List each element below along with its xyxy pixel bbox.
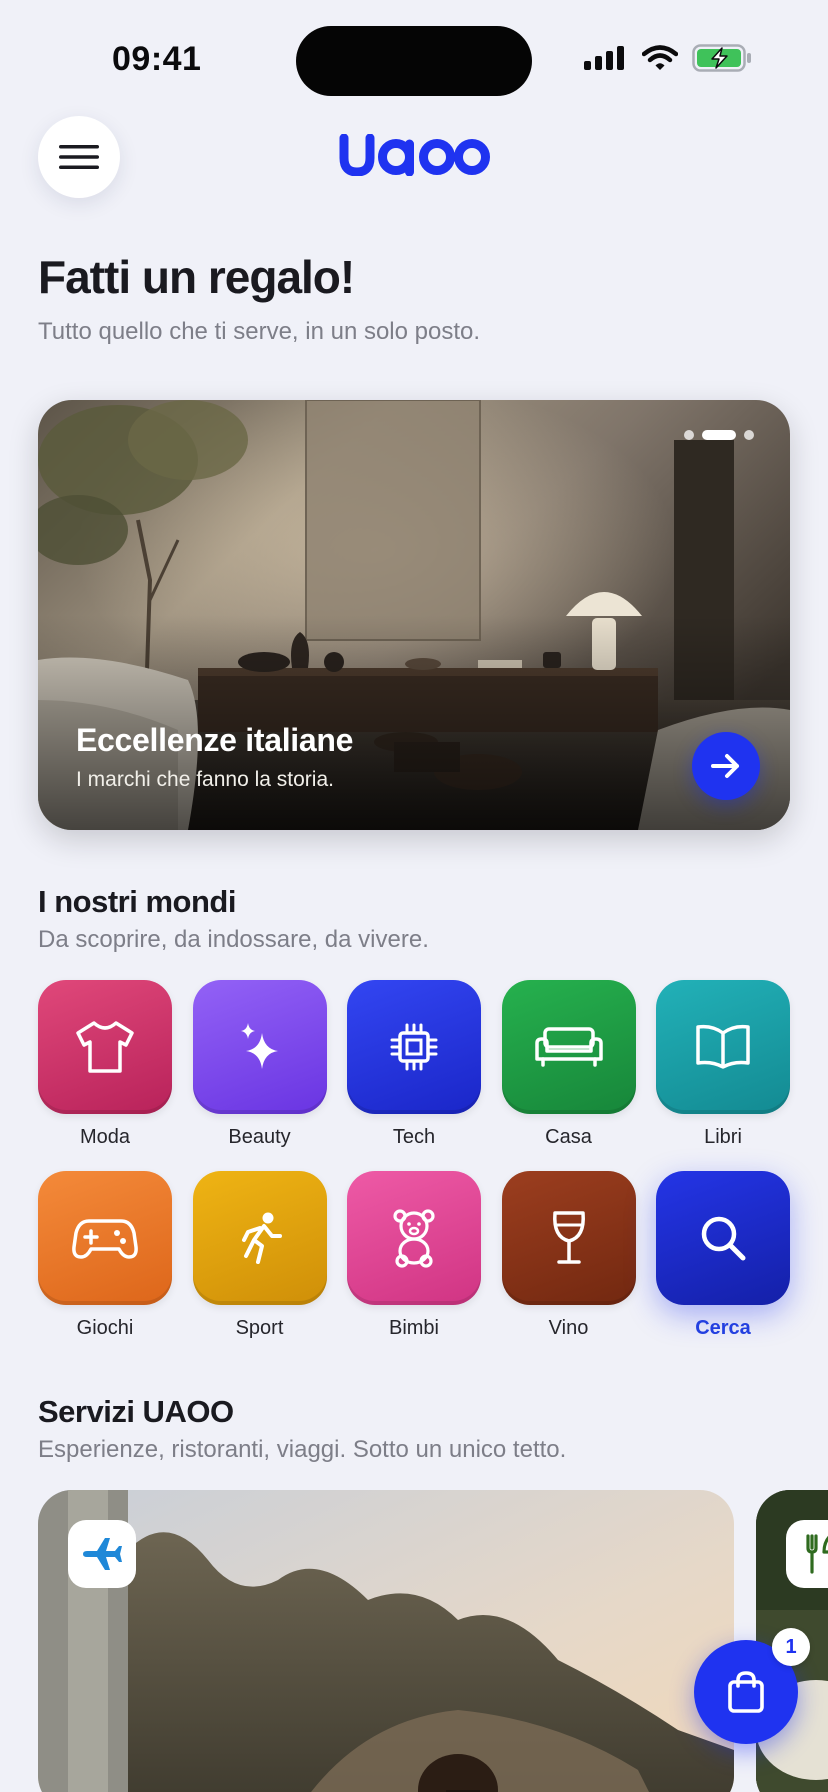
gamepad-icon: [72, 1219, 138, 1259]
uaoo-logo[interactable]: [338, 133, 490, 181]
book-icon: [696, 1024, 750, 1069]
services-subtitle: Esperienze, ristoranti, viaggi. Sotto un…: [38, 1436, 567, 1463]
signal-icon: [584, 46, 628, 75]
category-tile[interactable]: [347, 1171, 481, 1305]
pagination-dot[interactable]: [684, 430, 694, 440]
page-title: Fatti un regalo!: [38, 251, 355, 303]
banner-subtitle: I marchi che fanno la storia.: [76, 768, 334, 791]
category-cerca[interactable]: Cerca: [656, 1171, 790, 1340]
wifi-icon: [641, 45, 679, 76]
category-tile[interactable]: [192, 1171, 327, 1305]
category-bimbi[interactable]: Bimbi: [347, 1171, 481, 1340]
banner-arrow-button[interactable]: [692, 732, 760, 800]
runner-icon: [241, 1212, 282, 1264]
cart-count-badge: 1: [772, 1628, 810, 1666]
service-travel-image: [38, 1490, 734, 1792]
hamburger-menu-icon: [59, 145, 99, 169]
dynamic-island: [296, 26, 532, 96]
category-tile[interactable]: [192, 980, 327, 1114]
category-label: Bimbi: [388, 1317, 439, 1339]
battery-charging-icon: [692, 44, 752, 77]
status-time: 09:41: [112, 40, 202, 78]
category-label: Casa: [545, 1126, 592, 1148]
banner-interior-image: [38, 400, 790, 830]
category-label: Sport: [235, 1317, 284, 1339]
category-vino[interactable]: Vino: [501, 1171, 636, 1340]
airplane-icon: [83, 1538, 122, 1570]
category-tile[interactable]: [501, 980, 636, 1114]
category-casa[interactable]: Casa: [501, 980, 636, 1149]
banner-title: Eccellenze italiane: [76, 722, 354, 758]
category-label: Moda: [79, 1126, 131, 1148]
arrow-right-icon: [711, 754, 739, 778]
category-tech[interactable]: Tech: [347, 980, 481, 1149]
worlds-subtitle: Da scoprire, da indossare, da vivere.: [38, 926, 429, 953]
worlds-title: I nostri mondi: [38, 884, 236, 919]
service-icon-badge: [786, 1520, 828, 1588]
wine-glass-icon: [552, 1211, 585, 1264]
fork-knife-icon: [806, 1534, 828, 1574]
tshirt-icon: [76, 1021, 134, 1073]
category-tile[interactable]: [38, 1171, 172, 1305]
page-subtitle: Tutto quello che ti serve, in un solo po…: [38, 318, 481, 345]
category-label: Libri: [704, 1126, 742, 1148]
category-label: Beauty: [228, 1126, 291, 1148]
status-icons: [584, 44, 752, 77]
category-tile[interactable]: [656, 1171, 790, 1305]
category-sport[interactable]: Sport: [192, 1171, 327, 1340]
pagination-dot[interactable]: [744, 430, 754, 440]
category-tile[interactable]: [501, 1171, 636, 1305]
category-beauty[interactable]: Beauty: [192, 980, 327, 1149]
category-tile[interactable]: [347, 980, 481, 1114]
category-label: Giochi: [76, 1317, 134, 1339]
services-title: Servizi UAOO: [38, 1394, 234, 1429]
menu-button[interactable]: [38, 116, 120, 198]
sofa-icon: [534, 1027, 603, 1067]
teddy-bear-icon: [393, 1209, 435, 1268]
service-icon-badge: [68, 1520, 136, 1588]
category-grid: Moda Beauty Tech Casa Libri Giochi Sport…: [38, 980, 790, 1340]
home-screen: 09:41 Fatti un regalo! Tutto quello che …: [0, 0, 828, 1792]
category-libri[interactable]: Libri: [656, 980, 790, 1149]
featured-banner[interactable]: Eccellenze italiane I marchi che fanno l…: [38, 400, 790, 830]
sparkles-icon: [240, 1023, 278, 1069]
pagination-dot-active[interactable]: [702, 430, 736, 440]
category-tile[interactable]: [38, 980, 172, 1114]
category-moda[interactable]: Moda: [38, 980, 172, 1149]
category-label: Cerca: [695, 1317, 751, 1339]
chip-icon: [390, 1023, 438, 1071]
search-icon: [701, 1216, 746, 1261]
category-label: Vino: [548, 1317, 589, 1339]
category-label: Tech: [392, 1126, 436, 1148]
category-tile[interactable]: [656, 980, 790, 1114]
service-card-travel[interactable]: [38, 1490, 734, 1792]
shopping-bag-icon: [728, 1671, 764, 1713]
banner-pagination[interactable]: [684, 430, 754, 440]
category-giochi[interactable]: Giochi: [38, 1171, 172, 1340]
